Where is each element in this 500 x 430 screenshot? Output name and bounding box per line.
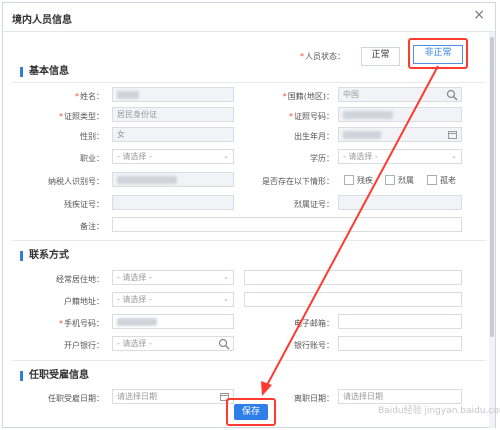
annotation-arrow — [261, 65, 439, 396]
watermark: Baidu经验 jingyan.baidu.com — [378, 406, 500, 416]
